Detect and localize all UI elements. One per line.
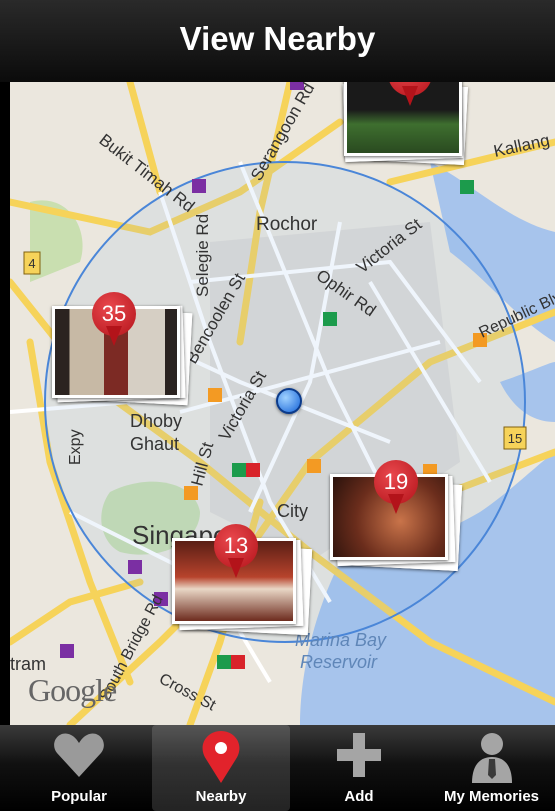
- route-shield-15: 15: [503, 426, 527, 450]
- tab-nearby[interactable]: Nearby: [152, 725, 290, 811]
- tab-popular[interactable]: Popular: [10, 725, 148, 811]
- svg-text:15: 15: [508, 431, 522, 446]
- current-location-dot: [276, 388, 302, 414]
- label-ghaut: Ghaut: [130, 434, 179, 454]
- cluster-count-badge[interactable]: 19: [374, 460, 418, 516]
- photo-cluster-19[interactable]: 19: [326, 460, 466, 574]
- tab-my-memories[interactable]: My Memories: [428, 725, 555, 811]
- label-city: City: [277, 501, 308, 521]
- route-shield-4: 4: [23, 251, 41, 275]
- photo-cluster-8[interactable]: 8: [340, 82, 470, 172]
- label-expy: Expy: [67, 429, 84, 465]
- google-attribution: Google: [28, 672, 117, 708]
- cluster-count-badge[interactable]: 8: [388, 82, 432, 108]
- map-view[interactable]: 4 15 Bukit Timah Rd Serangoon Rd Kallang…: [10, 82, 555, 725]
- page-title: View Nearby: [179, 20, 376, 57]
- tab-bar: Popular Nearby Add My Memories: [0, 725, 555, 811]
- cluster-count-badge[interactable]: 13: [214, 524, 258, 580]
- label-reservoir: Reservoir: [300, 652, 378, 672]
- heart-icon: [54, 733, 104, 777]
- svg-text:4: 4: [28, 256, 35, 271]
- navigation-bar: View Nearby: [0, 0, 555, 83]
- label-selegie: Selegie Rd: [193, 214, 212, 297]
- label-dhoby: Dhoby: [130, 411, 182, 431]
- label-tram: tram: [10, 654, 46, 674]
- photo-cluster-35[interactable]: 35: [48, 292, 198, 414]
- tab-add[interactable]: Add: [290, 725, 428, 811]
- person-icon: [471, 733, 512, 783]
- plus-icon: [337, 733, 381, 777]
- photo-cluster-13[interactable]: 13: [168, 524, 318, 638]
- label-rochor: Rochor: [256, 214, 318, 235]
- map-pin-icon: [202, 731, 240, 783]
- cluster-count-badge[interactable]: 35: [92, 292, 136, 348]
